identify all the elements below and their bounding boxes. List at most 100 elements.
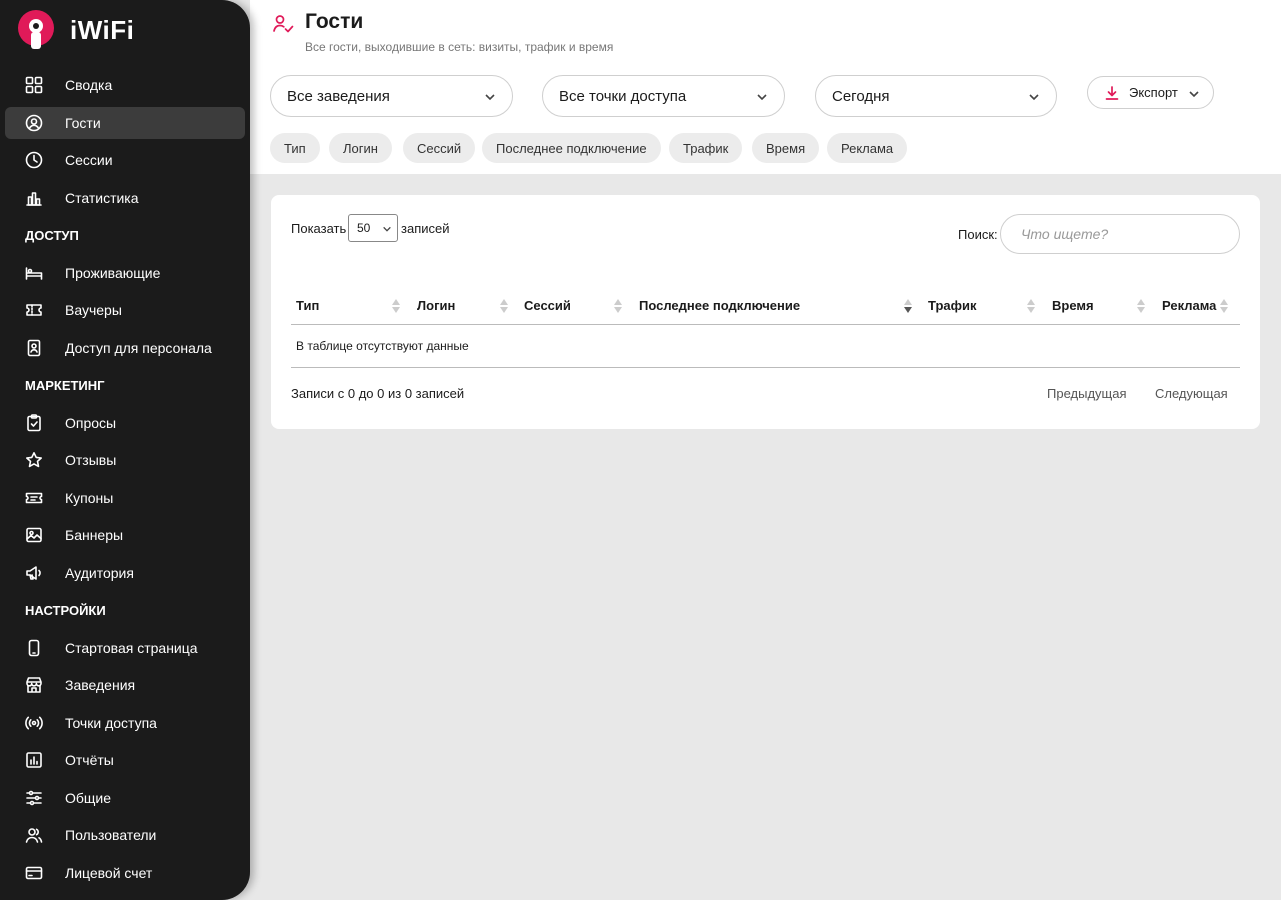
section-access: ДОСТУП: [25, 228, 79, 243]
coupon-icon: [25, 489, 43, 507]
export-label: Экспорт: [1129, 85, 1178, 100]
chevron-down-icon: [382, 223, 392, 233]
clipboard-check-icon: [25, 414, 43, 432]
page-size-value: 50: [357, 221, 371, 235]
sidebar-item-residents[interactable]: Проживающие: [5, 257, 245, 289]
column-chip-ads[interactable]: Реклама: [827, 133, 908, 163]
sidebar-item-label: Лицевой счет: [65, 865, 153, 881]
search-label: Поиск:: [958, 227, 998, 242]
phone-icon: [25, 639, 43, 657]
sidebar-item-reports[interactable]: Отчёты: [5, 744, 245, 776]
column-chip-type[interactable]: Тип: [270, 133, 320, 163]
sidebar-item-label: Стартовая страница: [65, 640, 198, 656]
sort-icon[interactable]: [391, 297, 401, 315]
ticket-icon: [25, 301, 43, 319]
column-chip-login[interactable]: Логин: [329, 133, 392, 163]
column-header-sessions[interactable]: Сессий: [524, 298, 571, 313]
sidebar-item-access-points[interactable]: Точки доступа: [5, 707, 245, 739]
column-header-last-connection[interactable]: Последнее подключение: [639, 298, 800, 313]
user-check-icon: [272, 13, 294, 35]
show-label: Показать: [291, 221, 347, 236]
sidebar-item-coupons[interactable]: Купоны: [5, 482, 245, 514]
search-input[interactable]: [1000, 214, 1240, 254]
sidebar-item-reviews[interactable]: Отзывы: [5, 444, 245, 476]
bar-chart-icon: [25, 189, 43, 207]
column-chip-last-connection[interactable]: Последнее подключение: [482, 133, 661, 163]
clock-icon: [25, 151, 43, 169]
column-chip-traffic[interactable]: Трафик: [669, 133, 743, 163]
venue-select[interactable]: Все заведения: [270, 75, 513, 117]
column-header-ads[interactable]: Реклама: [1162, 298, 1216, 313]
sort-desc-icon[interactable]: [903, 297, 913, 315]
sidebar-item-label: Отчёты: [65, 752, 114, 768]
sidebar-item-audience[interactable]: Аудитория: [5, 557, 245, 589]
period-select[interactable]: Сегодня: [815, 75, 1057, 117]
logo[interactable]: iWiFi: [16, 10, 134, 50]
column-header-time[interactable]: Время: [1052, 298, 1094, 313]
sidebar-item-vouchers[interactable]: Ваучеры: [5, 294, 245, 326]
sidebar-item-general[interactable]: Общие: [5, 782, 245, 814]
records-label: записей: [401, 221, 450, 236]
section-settings: НАСТРОЙКИ: [25, 603, 106, 618]
next-page-button[interactable]: Следующая: [1155, 386, 1228, 401]
access-point-select[interactable]: Все точки доступа: [542, 75, 785, 117]
sliders-icon: [25, 789, 43, 807]
chevron-down-icon: [1028, 90, 1040, 102]
users-icon: [25, 826, 43, 844]
sidebar-item-users[interactable]: Пользователи: [5, 819, 245, 851]
sidebar-item-guests[interactable]: Гости: [5, 107, 245, 139]
sidebar-item-surveys[interactable]: Опросы: [5, 407, 245, 439]
sidebar-item-label: Общие: [65, 790, 112, 806]
column-header-type[interactable]: Тип: [296, 298, 319, 313]
sidebar-item-label: Опросы: [65, 415, 117, 431]
sidebar: iWiFi Сводка Гости Сессии Статистика ДОС…: [0, 0, 250, 900]
sidebar-item-label: Доступ для персонала: [65, 340, 212, 356]
report-icon: [25, 751, 43, 769]
table-info: Записи с 0 до 0 из 0 записей: [291, 386, 465, 401]
column-chip-time[interactable]: Время: [752, 133, 820, 163]
sort-icon[interactable]: [1026, 297, 1036, 315]
previous-page-button[interactable]: Предыдущая: [1047, 386, 1127, 401]
badge-icon: [25, 339, 43, 357]
sidebar-item-summary[interactable]: Сводка: [5, 69, 245, 101]
page-header: Гости Все гости, выходившие в сеть: визи…: [250, 0, 1281, 174]
column-chip-sessions[interactable]: Сессий: [403, 133, 476, 163]
empty-message: В таблице отсутствуют данные: [296, 339, 469, 353]
sidebar-item-label: Сводка: [65, 77, 113, 93]
logo-mark-icon: [18, 10, 54, 49]
sidebar-item-label: Сессии: [65, 152, 113, 168]
sidebar-item-statistics[interactable]: Статистика: [5, 182, 245, 214]
sidebar-item-venues[interactable]: Заведения: [5, 669, 245, 701]
sort-icon[interactable]: [613, 297, 623, 315]
sidebar-item-label: Точки доступа: [65, 715, 157, 731]
column-header-traffic[interactable]: Трафик: [928, 298, 977, 313]
section-marketing: МАРКЕТИНГ: [25, 378, 105, 393]
megaphone-icon: [25, 564, 43, 582]
sidebar-item-sessions[interactable]: Сессии: [5, 144, 245, 176]
image-icon: [25, 526, 43, 544]
sort-icon[interactable]: [1219, 297, 1229, 315]
column-header-login[interactable]: Логин: [417, 298, 455, 313]
sidebar-item-label: Заведения: [65, 677, 136, 693]
user-circle-icon: [25, 114, 43, 132]
sidebar-item-start-page[interactable]: Стартовая страница: [5, 632, 245, 664]
sidebar-item-staff-access[interactable]: Доступ для персонала: [5, 332, 245, 364]
period-select-value: Сегодня: [832, 87, 890, 105]
sort-icon[interactable]: [1136, 297, 1146, 315]
sidebar-item-label: Аудитория: [65, 565, 134, 581]
export-button[interactable]: Экспорт: [1087, 76, 1214, 109]
sidebar-item-label: Статистика: [65, 190, 139, 206]
chevron-down-icon: [1188, 87, 1200, 99]
access-point-select-value: Все точки доступа: [559, 87, 687, 105]
logo-text: iWiFi: [70, 14, 135, 45]
download-icon: [1104, 85, 1120, 101]
sidebar-item-banners[interactable]: Баннеры: [5, 519, 245, 551]
page-subtitle: Все гости, выходившие в сеть: визиты, тр…: [305, 40, 614, 54]
table-empty-row: В таблице отсутствуют данные: [291, 325, 1240, 368]
chevron-down-icon: [484, 90, 496, 102]
sidebar-item-account[interactable]: Лицевой счет: [5, 857, 245, 889]
guests-table-card: Показать 50 записей Поиск: Тип Логин Сес…: [271, 195, 1260, 429]
dashboard-icon: [25, 76, 43, 94]
page-size-select[interactable]: 50: [348, 214, 398, 242]
sort-icon[interactable]: [499, 297, 509, 315]
